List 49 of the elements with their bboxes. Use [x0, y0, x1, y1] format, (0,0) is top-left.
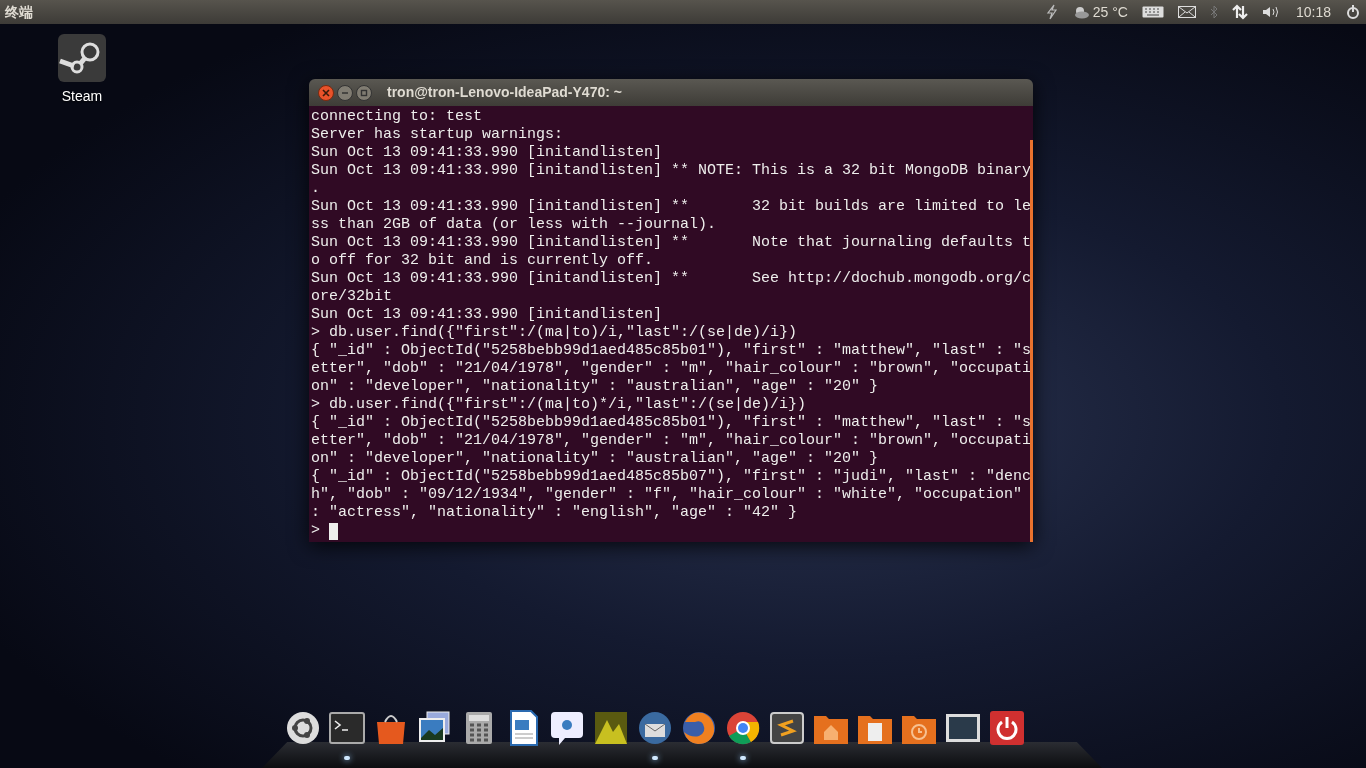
power-icon[interactable]	[989, 710, 1025, 746]
maximize-button[interactable]	[356, 84, 372, 101]
terminal-line: Sun Oct 13 09:41:33.990 [initandlisten] ** NOTE: This is a 32 bit MongoDB binary	[311, 162, 1032, 180]
lightning-icon[interactable]	[1045, 4, 1058, 20]
speech-bubble-icon[interactable]	[549, 710, 585, 746]
ubuntu-logo-icon[interactable]	[285, 710, 321, 746]
keyboard-icon[interactable]	[1141, 6, 1164, 18]
terminal-line: Sun Oct 13 09:41:33.990 [initandlisten] ** See http://dochub.mongodb.org/c	[311, 270, 1032, 288]
terminal-line: h", "dob" : "09/12/1934", "gender" : "f", "hair_colour" : "white", "occupation"	[311, 486, 1023, 504]
terminal-icon[interactable]	[329, 710, 365, 746]
terminal-line: on" : "developer", "nationality" : "australian", "age" : "20" }	[311, 450, 879, 468]
temperature: 25 °C	[1092, 2, 1128, 22]
app-title: 终端	[5, 2, 33, 22]
terminal-line: Sun Oct 13 09:41:33.990 [initandlisten] ** 32 bit builds are limited to le	[311, 198, 1032, 216]
terminal-line: Server has startup warnings:	[311, 126, 564, 144]
tricolor-circle-icon[interactable]	[725, 710, 761, 746]
text-cursor	[329, 522, 338, 540]
terminal-line: etter", "dob" : "21/04/1978", "gender" : "m", "hair_colour" : "brown", "occupati	[311, 432, 1032, 450]
s-letter-box-icon[interactable]	[769, 710, 805, 746]
terminal-line: .	[311, 180, 320, 198]
terminal-line: ss than 2GB of data (or less with --journal).	[311, 216, 717, 234]
close-button[interactable]	[318, 84, 334, 101]
terminal-line: Sun Oct 13 09:41:33.990 [initandlisten]	[311, 144, 663, 162]
power-cog-icon[interactable]	[1345, 4, 1361, 20]
terminal-line: Sun Oct 13 09:41:33.990 [initandlisten]	[311, 306, 663, 324]
terminal-line: Sun Oct 13 09:41:33.990 [initandlisten] ** Note that journaling defaults t	[311, 234, 1032, 252]
terminal-line: { "_id" : ObjectId("5258bebb99d1aed485c85b07"), "first" : "judi", "last" : "denc	[311, 468, 1032, 486]
terminal-line: on" : "developer", "nationality" : "australian", "age" : "20" }	[311, 378, 879, 396]
clock[interactable]: 10:18	[1295, 1, 1331, 23]
scrollbar[interactable]	[1030, 140, 1033, 542]
maximize-icon	[360, 88, 368, 97]
terminal-line: { "_id" : ObjectId("5258bebb99d1aed485c85b01"), "first" : "matthew", "last" : "s	[311, 342, 1032, 360]
terminal-line: { "_id" : ObjectId("5258bebb99d1aed485c85b01"), "first" : "matthew", "last" : "s	[311, 414, 1032, 432]
terminal-line: connecting to: test	[311, 108, 483, 126]
terminal-line: o off for 32 bit and is currently off.	[311, 252, 654, 270]
minimize-button[interactable]	[337, 84, 353, 101]
prompt: >	[311, 522, 320, 540]
terminal-line: > db.user.find({"first":/(ma|to)/i,"last":/(se|de)/i})	[311, 324, 798, 342]
close-icon	[322, 88, 330, 97]
window-title: tron@tron-Lenovo-IdeaPad-Y470: ~	[387, 83, 622, 102]
icon-label[interactable]: Steam	[61, 86, 103, 107]
steam-logo-icon[interactable]	[58, 34, 106, 82]
network-arrows-icon[interactable]	[1231, 4, 1248, 20]
picture-icon[interactable]	[593, 710, 629, 746]
terminal-line: > db.user.find({"first":/(ma|to)*/i,"last":/(se|de)/i})	[311, 396, 807, 414]
envelope-icon[interactable]	[1177, 6, 1196, 18]
terminal-line: ore/32bit	[311, 288, 392, 306]
terminal-line: etter", "dob" : "21/04/1978", "gender" : "m", "hair_colour" : "brown", "occupati	[311, 360, 1032, 378]
terminal-line: : "actress", "nationality" : "english", "age" : "42" }	[311, 504, 798, 522]
